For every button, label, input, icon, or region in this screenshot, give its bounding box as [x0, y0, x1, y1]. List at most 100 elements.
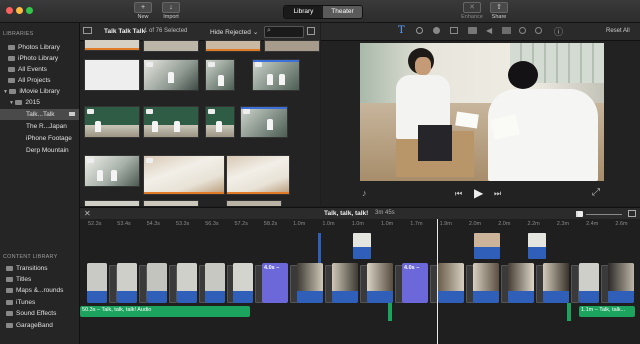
- close-icon[interactable]: ✕: [84, 209, 91, 218]
- sidebar-item-iphone-footage[interactable]: iPhone Footage: [26, 133, 72, 144]
- video-clip[interactable]: [508, 263, 534, 303]
- sidebar-item-transitions[interactable]: Transitions: [6, 263, 48, 274]
- sidebar-item-2015[interactable]: ▼ 2015: [9, 97, 40, 108]
- clip-appearance-icon[interactable]: [628, 210, 636, 217]
- clip-thumbnail[interactable]: [252, 59, 300, 91]
- student-figure: [267, 74, 273, 85]
- video-clip[interactable]: [332, 263, 358, 303]
- playhead[interactable]: [437, 219, 438, 344]
- clip-thumbnail[interactable]: [84, 106, 140, 138]
- video-clip[interactable]: [608, 263, 634, 303]
- video-clip[interactable]: [438, 263, 464, 303]
- clip-thumbnail[interactable]: [84, 40, 140, 51]
- sidebar-item-talk-talk-selected[interactable]: Talk...Talk: [0, 109, 79, 120]
- transition[interactable]: [571, 265, 579, 303]
- clip-thumbnail[interactable]: [264, 40, 320, 52]
- sidebar-toggle-icon[interactable]: [83, 27, 92, 34]
- clip-thumbnail[interactable]: [240, 106, 288, 138]
- filter-dropdown[interactable]: Hide Rejected ⌄: [210, 28, 258, 36]
- clip-thumbnail[interactable]: [226, 200, 282, 206]
- sound-effect-clip[interactable]: [567, 303, 571, 321]
- clip-thumbnail[interactable]: [143, 155, 225, 195]
- sidebar-item-sound-effects[interactable]: Sound Effects: [6, 308, 56, 319]
- clip-thumbnail[interactable]: [143, 59, 199, 91]
- sidebar-item-all-events[interactable]: All Events: [8, 64, 47, 75]
- clip-thumbnail[interactable]: [84, 59, 140, 91]
- sidebar-item-maps-backgrounds[interactable]: Maps &...rounds: [6, 285, 63, 296]
- video-clip[interactable]: [205, 263, 225, 303]
- title-clip[interactable]: 4.0s –: [402, 263, 428, 303]
- sidebar-item-garageband[interactable]: GarageBand: [6, 320, 53, 331]
- zoom-slider[interactable]: [586, 214, 622, 215]
- clip-frame: [147, 263, 167, 291]
- library-theater-switch[interactable]: Library Theater: [283, 5, 363, 19]
- clip-thumbnail[interactable]: [205, 59, 235, 91]
- sidebar-item-label: Talk...Talk: [26, 111, 55, 118]
- transition[interactable]: [109, 265, 117, 303]
- sidebar-item-iphoto-library[interactable]: iPhoto Library: [8, 53, 58, 64]
- skip-forward-button[interactable]: ⏭: [494, 189, 501, 199]
- info-icon[interactable]: ⓘ: [554, 25, 563, 38]
- close-window-button[interactable]: [6, 7, 13, 14]
- sidebar-item-the-r-japan[interactable]: The R...Japan: [26, 121, 67, 132]
- cutaway-clip[interactable]: [528, 233, 546, 259]
- cutaway-clip[interactable]: [474, 233, 500, 259]
- clip-filter-icon[interactable]: [535, 27, 542, 34]
- background-audio-clip[interactable]: 1.1m – Talk, talk...: [579, 306, 635, 317]
- zoom-window-button[interactable]: [26, 7, 33, 14]
- sidebar-item-all-projects[interactable]: All Projects: [8, 75, 51, 86]
- sound-effect-clip[interactable]: [388, 303, 392, 321]
- color-balance-icon[interactable]: [416, 27, 423, 34]
- cutaway-clip[interactable]: [353, 233, 371, 259]
- clip-thumbnail[interactable]: [205, 106, 235, 138]
- tab-theater[interactable]: Theater: [323, 6, 362, 18]
- search-input[interactable]: ⌕: [264, 26, 304, 38]
- title-clip[interactable]: 4.0s –: [262, 263, 288, 303]
- sidebar-item-itunes[interactable]: iTunes: [6, 297, 35, 308]
- minimize-window-button[interactable]: [16, 7, 23, 14]
- clip-thumbnail[interactable]: [84, 155, 140, 187]
- video-clip[interactable]: [473, 263, 499, 303]
- projects-icon: [8, 77, 15, 83]
- video-clip[interactable]: [177, 263, 197, 303]
- share-button[interactable]: ⇧ Share: [482, 2, 516, 20]
- reset-all-button[interactable]: Reset All: [606, 28, 630, 34]
- import-button[interactable]: ↓ Import: [154, 2, 188, 20]
- video-clip[interactable]: [579, 263, 599, 303]
- filmstrip-view-icon[interactable]: [307, 27, 315, 35]
- sidebar-item-imovie-library[interactable]: ▼ iMovie Library: [3, 86, 60, 97]
- video-clip[interactable]: [117, 263, 137, 303]
- play-button[interactable]: ▶: [474, 186, 483, 200]
- zoom-slider-knob[interactable]: [578, 211, 583, 217]
- speed-icon[interactable]: [519, 27, 526, 34]
- microphone-icon[interactable]: ♪: [362, 188, 367, 198]
- transition[interactable]: [139, 265, 147, 303]
- background-audio-clip[interactable]: 50.3s – Talk, talk, talk! Audio: [80, 306, 250, 317]
- video-clip[interactable]: [147, 263, 167, 303]
- fullscreen-icon[interactable]: ⤢: [592, 187, 600, 198]
- titles-tool-icon[interactable]: T: [398, 25, 405, 36]
- clip-thumbnail[interactable]: [143, 200, 199, 206]
- sidebar-item-titles[interactable]: Titles: [6, 274, 31, 285]
- clip-thumbnail[interactable]: [143, 40, 199, 52]
- skip-back-button[interactable]: ⏮: [455, 189, 462, 199]
- video-clip[interactable]: [367, 263, 393, 303]
- crop-icon[interactable]: [450, 27, 458, 34]
- noise-reduction-icon[interactable]: [502, 27, 511, 34]
- video-clip[interactable]: [543, 263, 569, 303]
- ruler-tick-label: 1.9m: [439, 221, 452, 227]
- video-clip[interactable]: [297, 263, 323, 303]
- video-clip[interactable]: [87, 263, 107, 303]
- color-correction-icon[interactable]: [433, 27, 440, 34]
- volume-icon[interactable]: ◀: [486, 26, 492, 35]
- clip-thumbnail[interactable]: [205, 40, 261, 52]
- clip-thumbnail[interactable]: [84, 200, 140, 206]
- transition[interactable]: [169, 265, 177, 303]
- clip-thumbnail[interactable]: [226, 155, 290, 195]
- stabilization-icon[interactable]: [468, 27, 477, 34]
- tab-library[interactable]: Library: [284, 6, 323, 18]
- sidebar-item-photos-library[interactable]: Photos Library: [8, 42, 60, 53]
- clip-thumbnail[interactable]: [143, 106, 199, 138]
- sidebar-item-derp-mountain[interactable]: Derp Mountain: [26, 145, 69, 156]
- video-clip[interactable]: [233, 263, 253, 303]
